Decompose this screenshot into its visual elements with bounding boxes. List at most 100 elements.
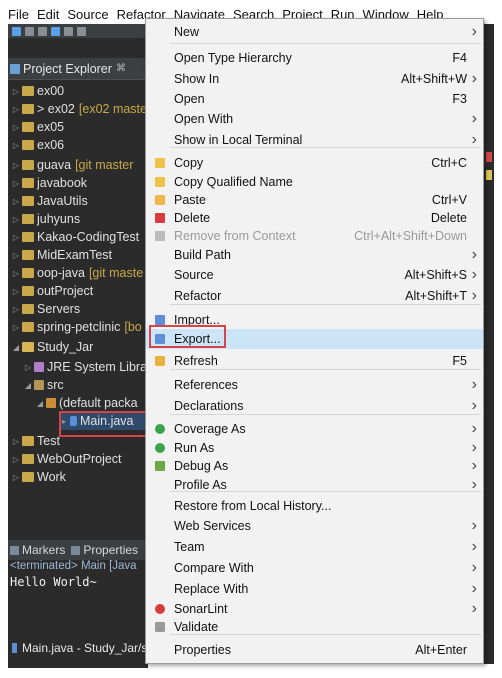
project-folder-icon: [22, 178, 34, 188]
tree-item-ex00[interactable]: ▷ ex00: [12, 82, 64, 100]
expand-arrow-icon[interactable]: ▷: [12, 215, 20, 224]
menu-item-delete[interactable]: Delete Delete: [146, 208, 483, 228]
menu-item-restore-from-local-history[interactable]: Restore from Local History...: [146, 496, 483, 516]
tree-item-kakao-codingtest[interactable]: ▷ Kakao-CodingTest: [12, 228, 139, 246]
menu-item-copy[interactable]: Copy Ctrl+C: [146, 153, 483, 173]
menu-item-open-with[interactable]: Open With ›: [146, 109, 483, 129]
tree-item-javabook[interactable]: ▷ javabook: [12, 174, 87, 192]
menu-item-remove-from-context[interactable]: Remove from Context Ctrl+Alt+Shift+Down: [146, 226, 483, 246]
expand-arrow-icon[interactable]: ▷: [12, 161, 20, 170]
menu-item-debug-as[interactable]: Debug As ›: [146, 456, 483, 476]
project-folder-icon: [22, 250, 34, 260]
menu-item-refactor[interactable]: Refactor Alt+Shift+T ›: [146, 286, 483, 306]
expand-arrow-icon[interactable]: ▷: [12, 105, 20, 114]
tree-item-ex02[interactable]: ▷ > ex02 [ex02 maste: [12, 100, 147, 118]
menu-item-label: Refresh: [174, 354, 218, 368]
tree-item-label: JRE System Libra: [47, 360, 148, 374]
tree-item-label: Kakao-CodingTest: [37, 230, 140, 244]
tree-item-study-jar[interactable]: ◢ Study_Jar: [12, 338, 93, 356]
expand-arrow-icon[interactable]: ▷: [12, 197, 20, 206]
menu-item-team[interactable]: Team ›: [146, 537, 483, 557]
menu-file[interactable]: File: [8, 6, 29, 24]
tab-properties[interactable]: Properties: [83, 543, 138, 557]
menu-edit[interactable]: Edit: [37, 6, 59, 24]
expand-arrow-icon[interactable]: ▷: [12, 141, 20, 150]
expand-arrow-icon[interactable]: ▷: [12, 323, 20, 332]
menu-item-compare-with[interactable]: Compare With ›: [146, 558, 483, 578]
menu-item-sonarlint[interactable]: SonarLint ›: [146, 599, 483, 619]
resume-icon[interactable]: [77, 26, 86, 36]
project-folder-icon: [22, 472, 34, 482]
menu-item-new[interactable]: New ›: [146, 22, 483, 42]
tree-item-test[interactable]: ▷ Test: [12, 432, 60, 450]
menu-item-copy-qualified-name[interactable]: Copy Qualified Name: [146, 172, 483, 192]
tree-item-outproject[interactable]: ▷ outProject: [12, 282, 93, 300]
expand-arrow-icon[interactable]: ▷: [24, 363, 32, 372]
menu-item-label: Show in Local Terminal: [174, 133, 303, 147]
tree-item-midexamtest[interactable]: ▷ MidExamTest: [12, 246, 112, 264]
package-icon: [46, 398, 56, 408]
expand-arrow-icon[interactable]: ▷: [12, 87, 20, 96]
tree-item-guava[interactable]: ▷ guava [git master: [12, 156, 134, 174]
menu-item-shortcut: F3: [452, 92, 467, 106]
expand-arrow-icon[interactable]: ▷: [12, 269, 20, 278]
tree-item-ex06[interactable]: ▷ ex06: [12, 136, 64, 154]
expand-arrow-icon[interactable]: ▷: [12, 233, 20, 242]
new-icon[interactable]: [12, 26, 21, 36]
menu-item-label: Team: [174, 540, 205, 554]
expand-arrow-icon[interactable]: ▷: [12, 437, 20, 446]
tree-item-javautils[interactable]: ▷ JavaUtils: [12, 192, 88, 210]
save-icon[interactable]: [25, 26, 34, 36]
project-folder-icon: [22, 232, 34, 242]
git-branch-decoration: [bo: [124, 320, 142, 334]
tree-item-ex05[interactable]: ▷ ex05: [12, 118, 64, 136]
tree-item-jre-system-libra[interactable]: ▷ JRE System Libra: [24, 358, 147, 376]
menu-item-label: Open Type Hierarchy: [174, 51, 292, 65]
menu-item-open[interactable]: Open F3: [146, 89, 483, 109]
tab-markers[interactable]: Markers: [22, 543, 65, 557]
expand-arrow-icon[interactable]: ▷: [12, 473, 20, 482]
project-explorer-tab[interactable]: Project Explorer ⌘: [8, 58, 148, 80]
tree-item-default-packa[interactable]: ◢ (default packa: [36, 394, 138, 412]
expand-arrow-icon[interactable]: ▷: [12, 179, 20, 188]
menu-item-open-type-hierarchy[interactable]: Open Type Hierarchy F4: [146, 48, 483, 68]
import-icon: [155, 315, 165, 325]
tree-item-src[interactable]: ◢ src: [24, 376, 64, 394]
expand-arrow-icon[interactable]: ▷: [12, 123, 20, 132]
menu-item-references[interactable]: References ›: [146, 375, 483, 395]
tree-item-oop-java[interactable]: ▷ oop-java [git maste: [12, 264, 143, 282]
menu-item-label: Delete: [174, 211, 211, 225]
collapse-arrow-icon[interactable]: ◢: [24, 381, 32, 390]
terminal-icon[interactable]: [51, 26, 60, 36]
menu-item-declarations[interactable]: Declarations ›: [146, 396, 483, 416]
submenu-arrow-icon: ›: [471, 559, 477, 576]
menu-item-web-services[interactable]: Web Services ›: [146, 516, 483, 536]
expand-arrow-icon[interactable]: ▷: [12, 251, 20, 260]
menu-item-build-path[interactable]: Build Path ›: [146, 245, 483, 265]
menu-item-properties[interactable]: Properties Alt+Enter: [146, 640, 483, 660]
tree-item-work[interactable]: ▷ Work: [12, 468, 66, 486]
menu-item-run-as[interactable]: Run As ›: [146, 438, 483, 458]
tree-item-weboutproject[interactable]: ▷ WebOutProject: [12, 450, 122, 468]
menu-item-paste[interactable]: Paste Ctrl+V: [146, 190, 483, 210]
tree-item-servers[interactable]: ▷ Servers: [12, 300, 80, 318]
menu-item-replace-with[interactable]: Replace With ›: [146, 579, 483, 599]
library-icon: [34, 362, 44, 372]
menu-item-refresh[interactable]: Refresh F5: [146, 351, 483, 371]
menu-item-label: Source: [174, 268, 214, 282]
collapse-arrow-icon[interactable]: ◢: [12, 343, 20, 352]
collapse-arrow-icon[interactable]: ◢: [36, 399, 44, 408]
expand-arrow-icon[interactable]: ▷: [12, 287, 20, 296]
expand-arrow-icon[interactable]: ▷: [12, 455, 20, 464]
tree-item-spring-petclinic[interactable]: ▷ spring-petclinic [bo: [12, 318, 142, 336]
tree-item-juhyuns[interactable]: ▷ juhyuns: [12, 210, 80, 228]
menu-item-coverage-as[interactable]: Coverage As ›: [146, 419, 483, 439]
menu-item-show-in[interactable]: Show In Alt+Shift+W ›: [146, 69, 483, 89]
expand-arrow-icon[interactable]: ▷: [12, 305, 20, 314]
menu-source[interactable]: Source: [67, 6, 108, 24]
menu-item-source[interactable]: Source Alt+Shift+S ›: [146, 265, 483, 285]
tree-item-label: ex06: [37, 138, 65, 152]
menu-item-profile-as[interactable]: Profile As ›: [146, 475, 483, 495]
save-all-icon[interactable]: [38, 26, 47, 36]
skip-breakpoints-icon[interactable]: [64, 26, 73, 36]
